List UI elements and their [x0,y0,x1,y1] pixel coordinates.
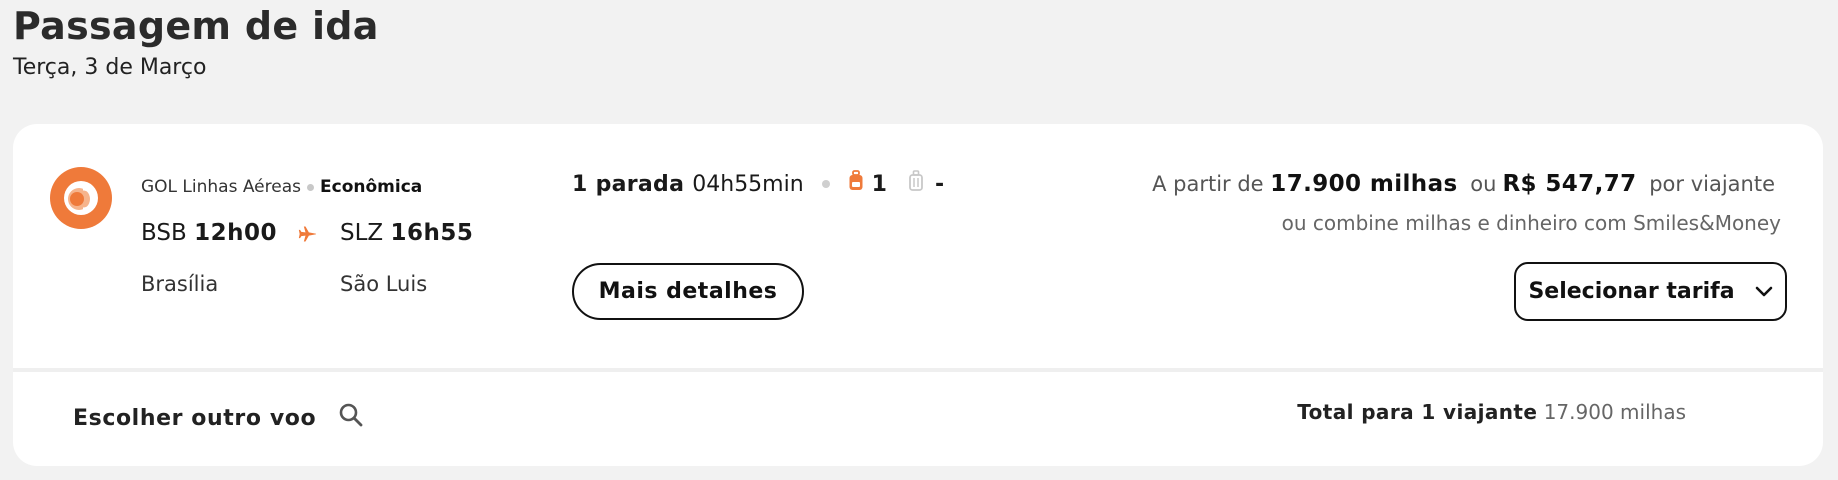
divider [13,368,1823,372]
page-date: Terça, 3 de Março [13,55,207,80]
page-title: Passagem de ida [13,4,379,48]
flight-summary: 1 parada 04h55min 1 - [572,170,944,198]
total-label: Total para 1 viajante [1297,400,1538,424]
total-info: Total para 1 viajante 17.900 milhas [1297,400,1686,424]
airplane-icon [298,224,318,248]
flight-duration: 04h55min [692,171,804,197]
departure-code: BSB [141,220,187,246]
select-fare-button[interactable]: Selecionar tarifa [1514,262,1787,321]
combine-text: ou combine milhas e dinheiro com Smiles&… [1281,211,1781,235]
price-info: A partir de 17.900 milhas ou R$ 547,77 po… [1152,171,1781,197]
total-value: 17.900 milhas [1543,400,1686,424]
arrival-time: 16h55 [390,220,474,246]
departure-time: 12h00 [194,220,277,246]
chevron-down-icon [1755,279,1773,304]
select-fare-label: Selecionar tarifa [1528,279,1735,304]
per-traveler-label: por viajante [1649,172,1775,196]
cabin-class: Econômica [320,177,423,197]
choose-other-label: Escolher outro voo [73,405,317,431]
backpack-icon [848,170,864,198]
airline-info: GOL Linhas Aéreas Econômica [141,177,422,197]
checked-bag-value: - [934,171,945,197]
separator-dot [307,183,314,191]
details-button[interactable]: Mais detalhes [572,263,804,320]
choose-other-flight-link[interactable]: Escolher outro voo [73,402,364,434]
arrival: SLZ 16h55 [340,220,473,246]
suitcase-icon [909,170,923,198]
gol-logo-icon [50,167,112,229]
departure: BSB 12h00 [141,220,277,246]
from-label: A partir de [1152,172,1264,196]
separator-dot [821,180,830,188]
search-icon[interactable] [338,402,364,434]
price-miles: 17.900 milhas [1270,171,1458,197]
arrival-city: São Luis [340,272,428,296]
flight-card: GOL Linhas Aéreas Econômica BSB 12h00 SLZ… [13,124,1823,466]
price-money: R$ 547,77 [1502,171,1637,197]
airline-name: GOL Linhas Aéreas [141,177,301,197]
arrival-code: SLZ [340,220,384,246]
stops-count: 1 parada [572,171,685,197]
carry-on-count: 1 [871,171,887,197]
departure-city: Brasília [141,272,219,296]
or-label: ou [1470,172,1497,196]
